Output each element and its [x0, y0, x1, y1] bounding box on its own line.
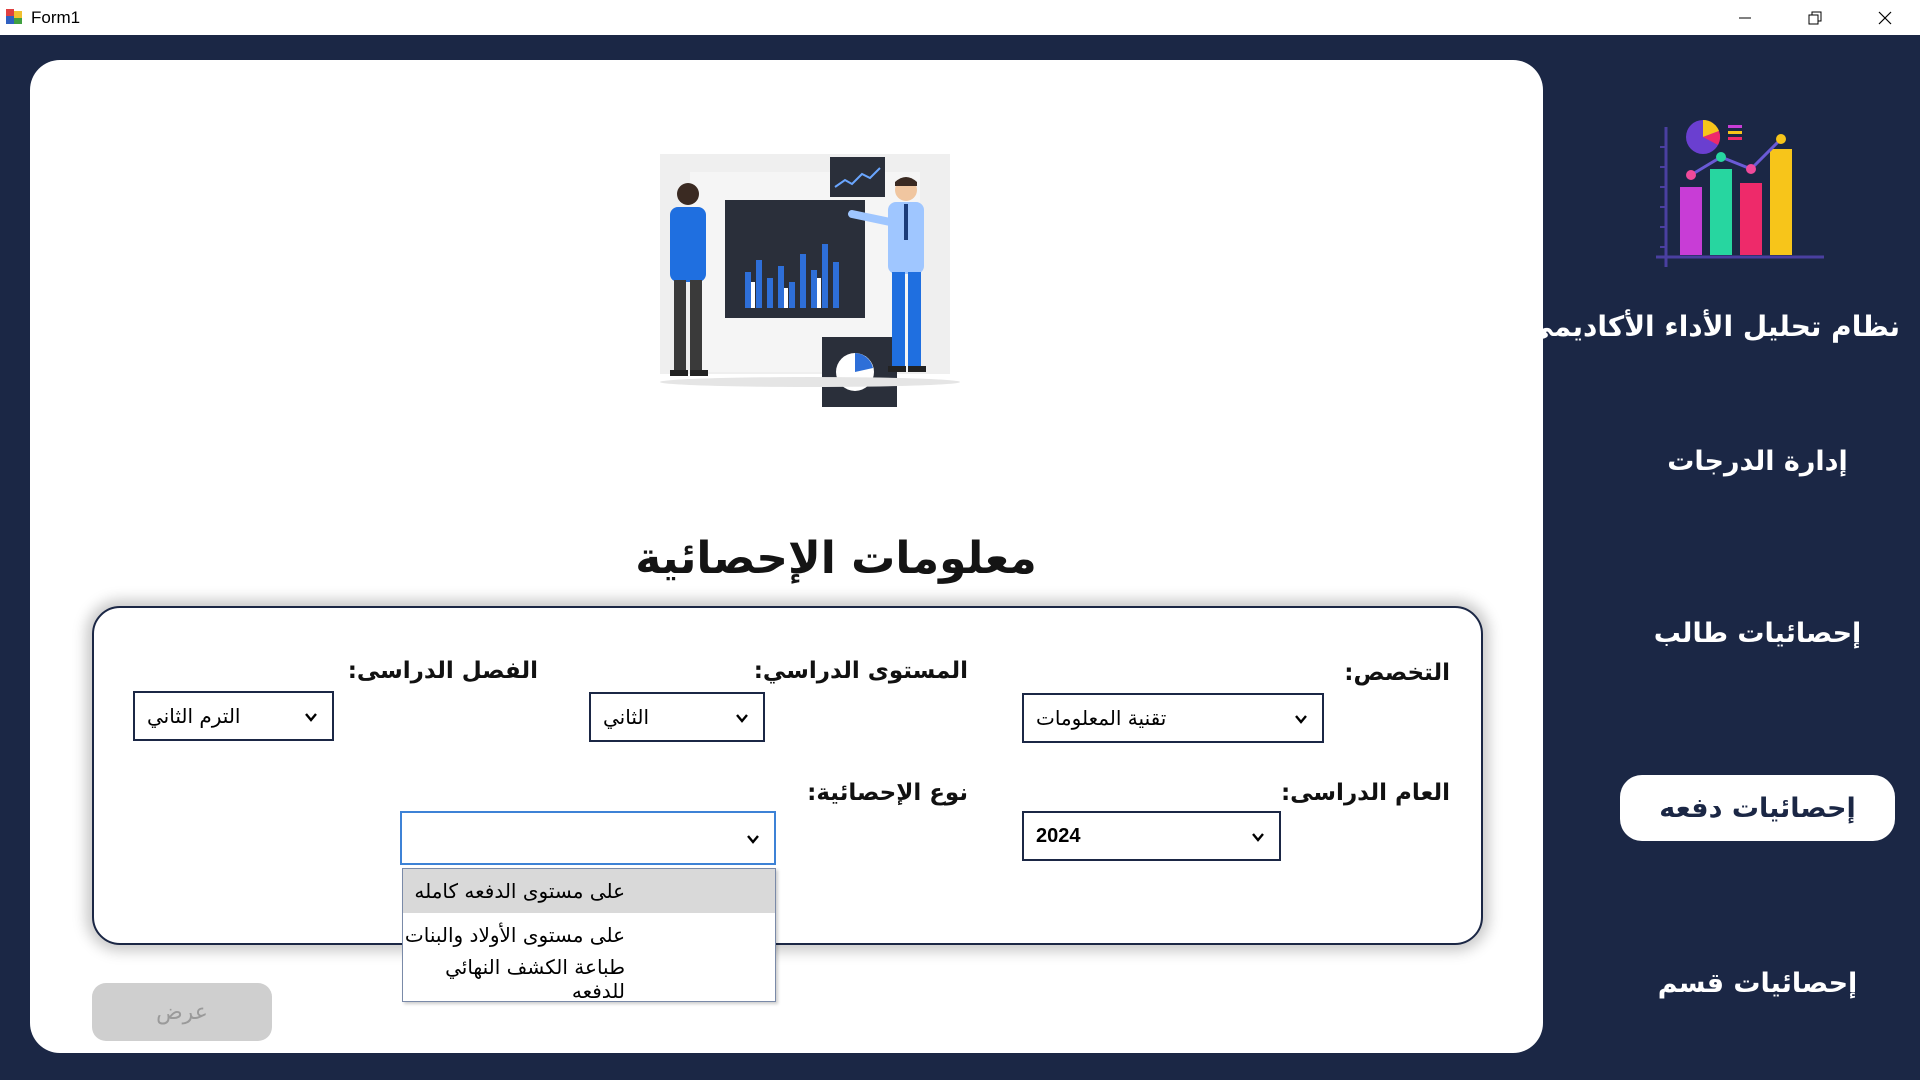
app-icon	[6, 9, 22, 24]
restore-button[interactable]	[1780, 0, 1850, 35]
main-card: معلومات الإحصائية	[30, 60, 1543, 1053]
dropdown-option[interactable]: على مستوى الدفعه كامله	[403, 869, 775, 913]
chevron-down-icon	[736, 714, 748, 723]
system-title: نظام تحليل الأداء الأكاديمي	[1525, 310, 1900, 343]
chevron-down-icon	[747, 835, 759, 844]
nav-grades-management[interactable]: إدارة الدرجات	[1620, 428, 1895, 494]
stat-type-combobox[interactable]	[400, 811, 776, 865]
analytics-illustration	[660, 154, 960, 407]
show-button[interactable]: عرض	[92, 983, 272, 1041]
minimize-icon	[1739, 17, 1751, 18]
window-title: Form1	[31, 8, 81, 27]
close-icon	[1878, 11, 1892, 24]
nav-student-statistics[interactable]: إحصائيات طالب	[1620, 600, 1895, 666]
analytics-logo-icon	[1656, 119, 1824, 267]
dropdown-option[interactable]: على مستوى الأولاد والبنات	[403, 913, 775, 957]
dropdown-option-label: على مستوى الدفعه كامله	[414, 879, 625, 903]
year-combobox[interactable]: 2024	[1022, 811, 1281, 861]
specialization-combobox[interactable]: تقنية المعلومات	[1022, 693, 1324, 743]
semester-label: الفصل الدراسى:	[347, 658, 538, 684]
page-title: معلومات الإحصائية	[635, 533, 1037, 584]
dropdown-option[interactable]: طباعة الكشف النهائي للدفعه	[403, 955, 775, 1003]
close-button[interactable]	[1850, 0, 1920, 35]
nav-department-statistics[interactable]: إحصائيات قسم	[1620, 950, 1895, 1016]
semester-value: الترم الثاني	[147, 704, 241, 728]
app-body: معلومات الإحصائية التخصص: تقنية المعلوما…	[0, 35, 1920, 1080]
filter-panel	[92, 606, 1483, 945]
year-label: العام الدراسى:	[1280, 780, 1450, 806]
stat-type-dropdown-list: على مستوى الدفعه كامله على مستوى الأولاد…	[402, 868, 776, 1003]
specialization-value: تقنية المعلومات	[1036, 706, 1167, 730]
dropdown-option-label: على مستوى الأولاد والبنات	[404, 923, 625, 947]
dropdown-option-label: طباعة الكشف النهائي للدفعه	[445, 955, 625, 1003]
chevron-down-icon	[1252, 833, 1264, 842]
level-label: المستوى الدراسي:	[753, 658, 968, 684]
minimize-button[interactable]	[1710, 0, 1780, 35]
level-combobox[interactable]: الثاني	[589, 692, 765, 742]
chevron-down-icon	[1295, 715, 1307, 724]
window-titlebar: Form1	[0, 0, 1920, 35]
stat-type-value	[414, 813, 734, 863]
nav-batch-statistics[interactable]: إحصائيات دفعه	[1620, 775, 1895, 841]
stat-type-label: نوع الإحصائية:	[807, 780, 968, 806]
level-value: الثاني	[603, 705, 650, 729]
year-value: 2024	[1036, 824, 1081, 847]
specialization-label: التخصص:	[1344, 660, 1450, 686]
restore-icon	[1808, 11, 1822, 24]
chevron-down-icon	[305, 713, 317, 722]
semester-combobox[interactable]: الترم الثاني	[133, 691, 334, 741]
